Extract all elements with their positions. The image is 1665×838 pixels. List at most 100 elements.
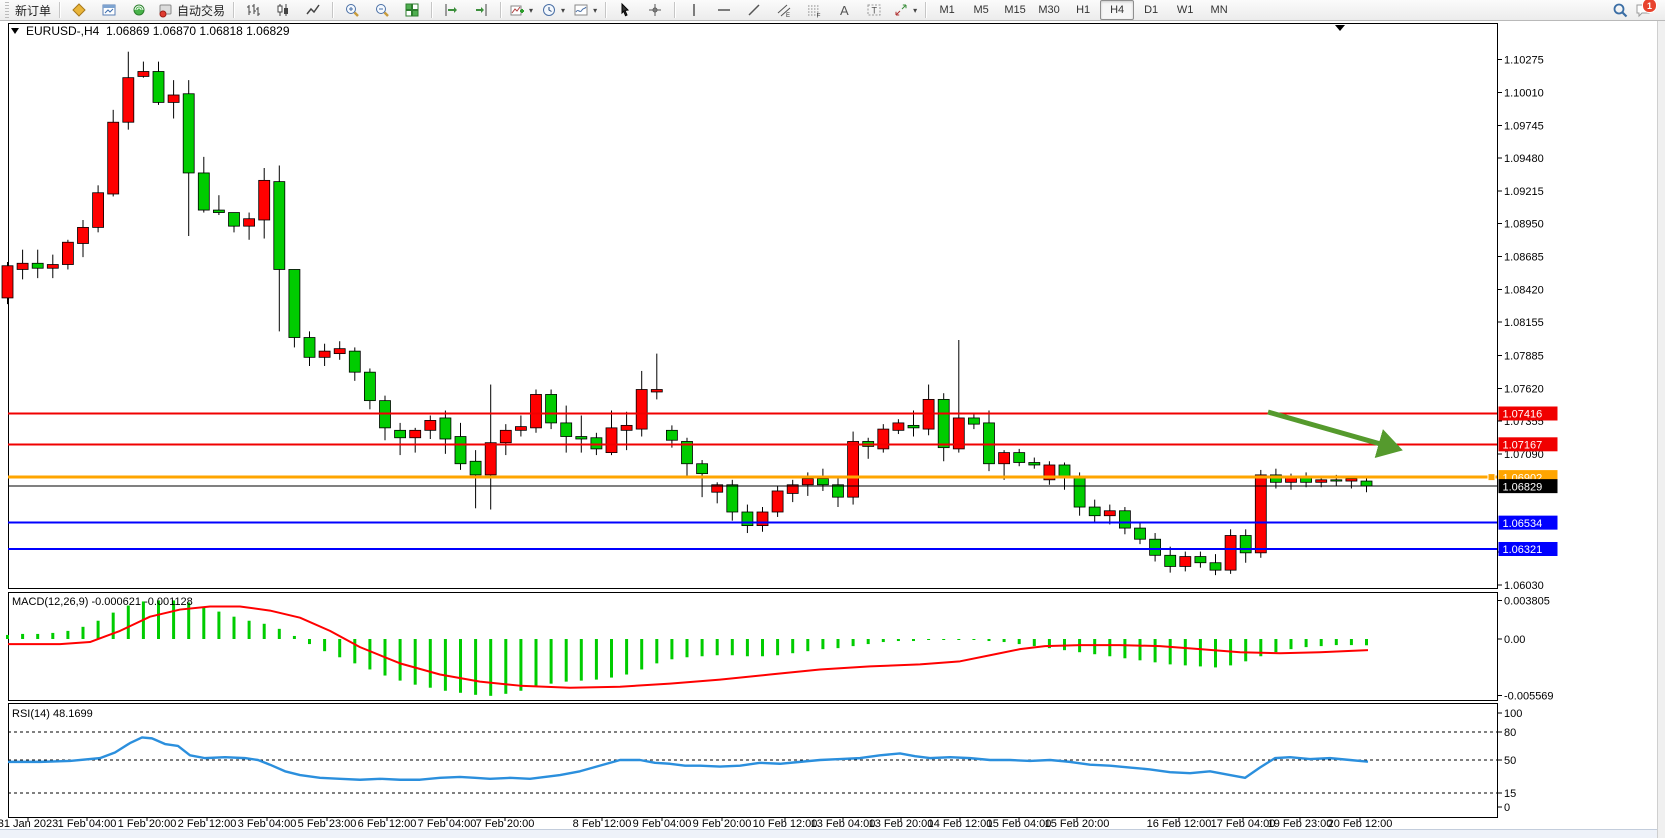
candle-body [1361, 481, 1372, 486]
timeframe-d1[interactable]: D1 [1134, 0, 1168, 20]
time-axis-label: 13 Feb 04:00 [811, 818, 876, 830]
price-axis-label: 1.09215 [1504, 186, 1544, 198]
channel-icon[interactable]: E [769, 0, 799, 20]
market-watch-icon[interactable] [124, 0, 154, 20]
chevron-down-icon: ▾ [529, 6, 533, 15]
history-center-icon[interactable] [64, 0, 94, 20]
macd-axis-label: 0.00 [1504, 634, 1525, 646]
fibonacci-icon[interactable]: F [799, 0, 829, 20]
period-icon[interactable]: ▾ [537, 0, 569, 20]
template-icon [573, 2, 589, 18]
template-icon[interactable]: ▾ [569, 0, 601, 20]
new-order-button[interactable]: 新订单 [11, 0, 55, 20]
zoom-out-icon[interactable] [367, 0, 397, 20]
price-tag-label: 1.06534 [1503, 518, 1543, 530]
cursor-icon[interactable] [610, 0, 640, 20]
rsi-axis-label: 100 [1504, 708, 1522, 720]
vertical-line-icon[interactable] [679, 0, 709, 20]
chart-canvas[interactable]: 1.102751.100101.097451.094801.092151.089… [0, 21, 1665, 838]
timeframe-m30[interactable]: M30 [1032, 0, 1066, 20]
time-axis-label: 9 Feb 04:00 [633, 818, 692, 830]
candle-chart-icon [275, 2, 291, 18]
macd-axis-label: 0.003805 [1504, 595, 1550, 607]
svg-text:F: F [817, 13, 821, 19]
notification-badge: 1 [1642, 0, 1657, 13]
autotrade-button[interactable]: 自动交易 [154, 0, 229, 20]
symbol-title: EURUSD-,H4 [26, 24, 100, 38]
chart-shift-icon[interactable] [466, 0, 496, 20]
main-panel [9, 24, 1498, 589]
candle-body [1316, 480, 1327, 482]
candle-body [138, 71, 149, 76]
price-axis-label: 1.09480 [1504, 153, 1544, 165]
candle-body [908, 425, 919, 427]
candle-body [546, 394, 557, 422]
trendline-icon[interactable] [739, 0, 769, 20]
symbol-ohlc: 1.06869 1.06870 1.06818 1.06829 [106, 24, 290, 38]
candle-body [1089, 507, 1100, 516]
tile-windows-icon[interactable] [397, 0, 427, 20]
text-icon: A [836, 2, 852, 18]
time-axis-label: 7 Feb 20:00 [476, 818, 535, 830]
svg-text:T: T [872, 6, 878, 16]
candle-body [1331, 480, 1342, 481]
timeframe-mn[interactable]: MN [1202, 0, 1236, 20]
candle-body [410, 430, 421, 437]
chart-window[interactable]: 1.102751.100101.097451.094801.092151.089… [0, 21, 1665, 838]
time-axis-label: 13 Feb 20:00 [869, 818, 934, 830]
arrows-icon[interactable]: ▾ [889, 0, 921, 20]
crosshair-icon[interactable] [640, 0, 670, 20]
macd-label: MACD(12,26,9) -0.000621 -0.001128 [12, 596, 193, 608]
candle-body [576, 437, 587, 439]
candle-body [1210, 563, 1221, 570]
indicators-icon[interactable]: ▾ [505, 0, 537, 20]
timeframe-m1[interactable]: M1 [930, 0, 964, 20]
candle-body [2, 266, 13, 298]
candle-body [183, 94, 194, 173]
candle-body [153, 71, 164, 102]
price-axis-label: 1.09745 [1504, 120, 1544, 132]
time-axis-label: 6 Feb 12:00 [358, 818, 417, 830]
candle-body [78, 227, 89, 243]
candle-body [968, 418, 979, 424]
top-toolbar: 新订单自动交易▾▾▾EFAT▾M1M5M15M30H1H4D1W1MN1 [0, 0, 1665, 21]
time-axis-label: 8 Feb 12:00 [573, 818, 632, 830]
search-icon [1612, 2, 1628, 18]
line-chart-icon [305, 2, 321, 18]
charts-window-icon [101, 2, 117, 18]
time-axis-label: 2 Feb 12:00 [178, 818, 237, 830]
timeframe-w1[interactable]: W1 [1168, 0, 1202, 20]
charts-window-icon[interactable] [94, 0, 124, 20]
candle-chart-icon[interactable] [268, 0, 298, 20]
candle-body [334, 349, 345, 354]
timeframe-m15[interactable]: M15 [998, 0, 1032, 20]
text-icon[interactable]: A [829, 0, 859, 20]
candle-body [561, 423, 572, 437]
bar-chart-icon [245, 2, 261, 18]
fibonacci-icon: F [806, 2, 822, 18]
timeframe-h1[interactable]: H1 [1066, 0, 1100, 20]
candle-body [455, 437, 466, 464]
candle-body [1119, 511, 1130, 528]
auto-scroll-icon[interactable] [436, 0, 466, 20]
candle-body [651, 389, 662, 391]
text-label-icon[interactable]: T [859, 0, 889, 20]
timeframe-m5[interactable]: M5 [964, 0, 998, 20]
price-tag-label: 1.06829 [1503, 481, 1543, 493]
rsi-axis-label: 15 [1504, 788, 1516, 800]
bar-chart-icon[interactable] [238, 0, 268, 20]
search-button[interactable] [1605, 0, 1635, 20]
timeframe-h4[interactable]: H4 [1100, 0, 1134, 20]
time-axis-label: 14 Feb 12:00 [928, 818, 993, 830]
zoom-in-icon[interactable] [337, 0, 367, 20]
candle-body [168, 95, 179, 102]
line-chart-icon[interactable] [298, 0, 328, 20]
horizontal-line-icon[interactable] [709, 0, 739, 20]
candle-body [304, 338, 315, 358]
candle-body [440, 418, 451, 439]
time-axis-label: 9 Feb 20:00 [693, 818, 752, 830]
chevron-down-icon: ▾ [913, 6, 917, 15]
candle-body [1014, 453, 1025, 463]
candle-body [1240, 536, 1251, 553]
notifications-button[interactable]: 1 [1635, 2, 1651, 18]
